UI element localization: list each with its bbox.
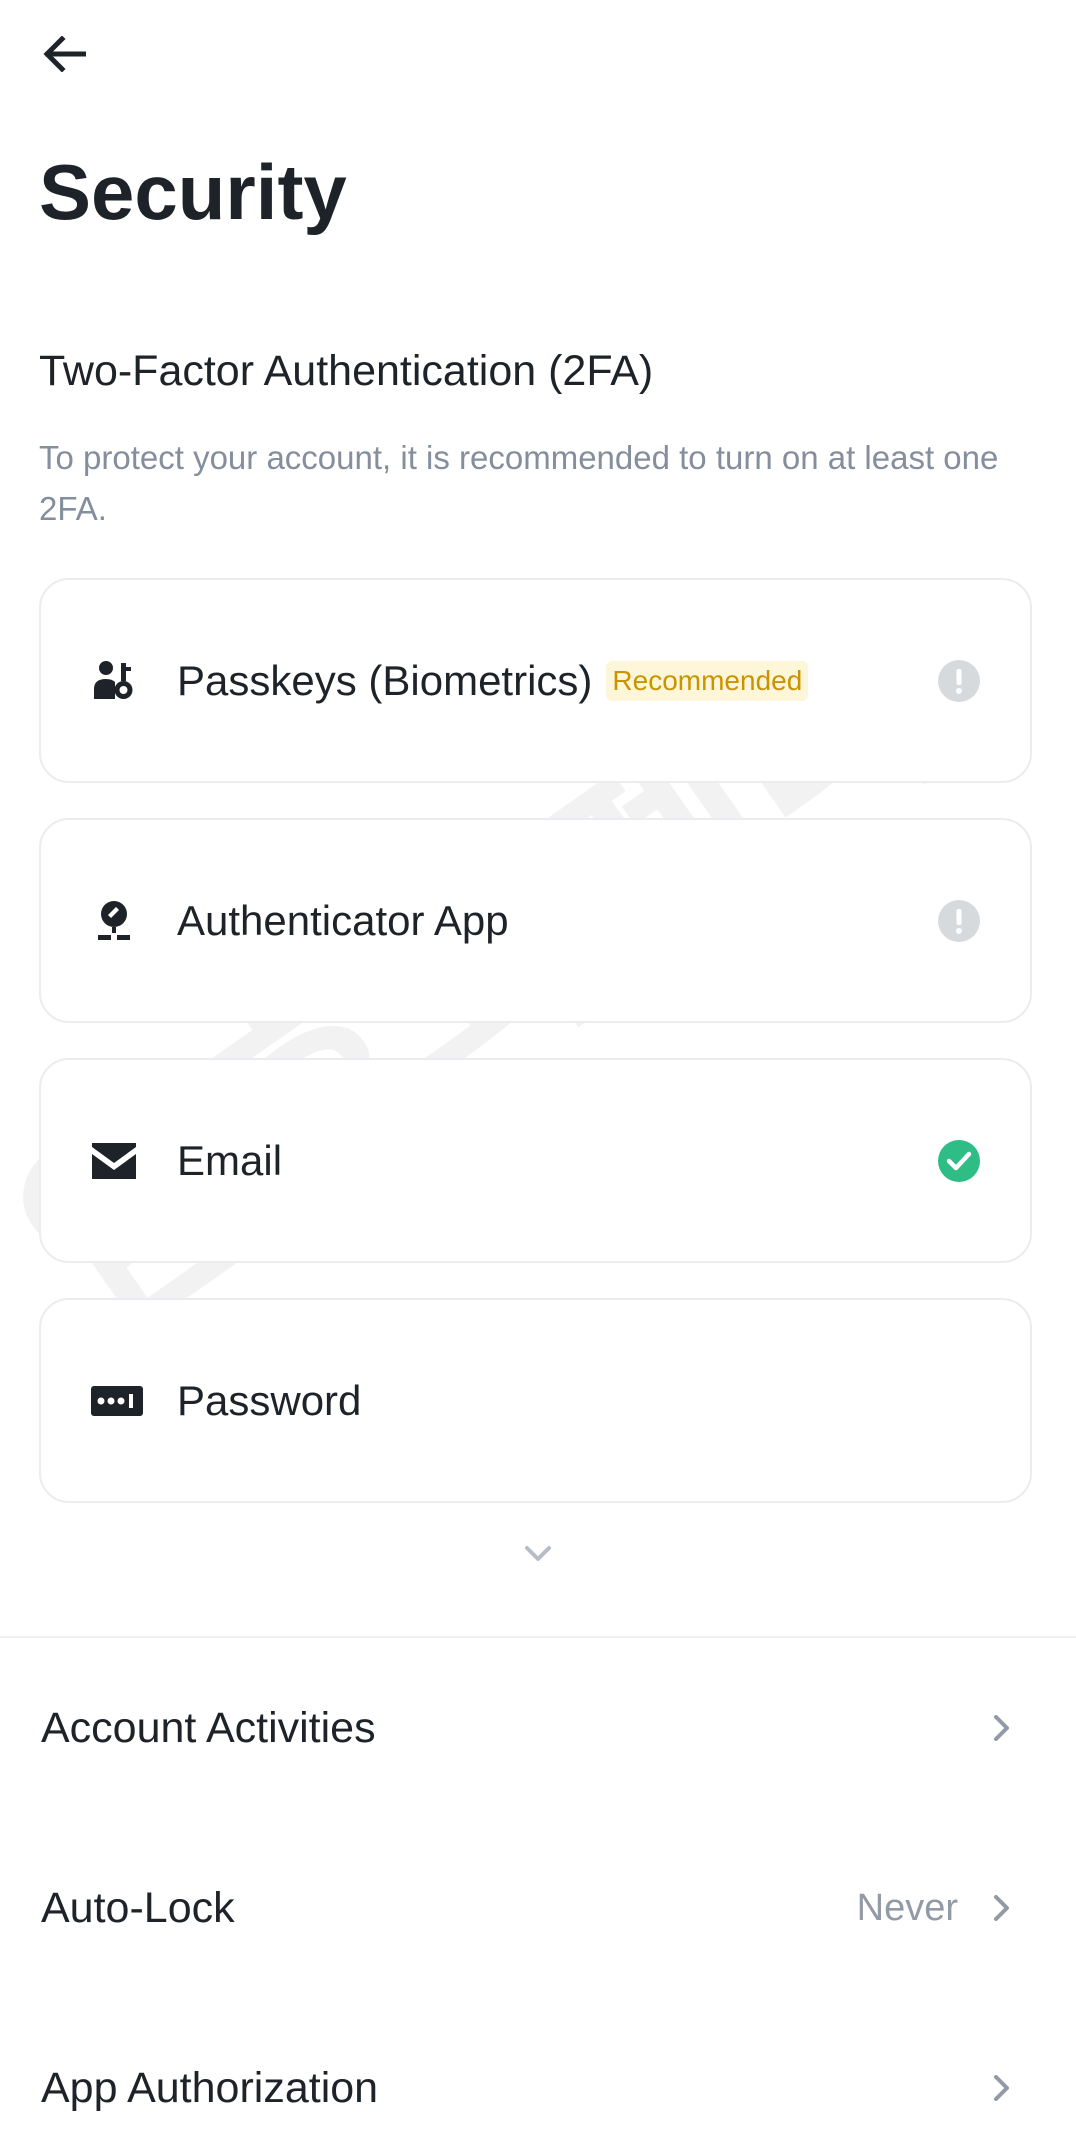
auto-lock-label: Auto-Lock bbox=[41, 1883, 235, 1932]
arrow-left-icon bbox=[43, 36, 86, 72]
email-card[interactable]: Email bbox=[39, 1058, 1032, 1263]
chevron-right-icon bbox=[990, 1711, 1014, 1745]
password-label: Password bbox=[177, 1376, 362, 1424]
app-authorization-row[interactable]: App Authorization bbox=[0, 2023, 1076, 2153]
chevron-down-icon bbox=[525, 1546, 551, 1561]
chevron-right-icon bbox=[990, 1891, 1014, 1925]
back-button[interactable] bbox=[30, 24, 102, 84]
exclamation-icon bbox=[938, 659, 980, 702]
password-card[interactable]: Password bbox=[39, 1298, 1032, 1503]
authenticator-icon bbox=[91, 898, 137, 944]
check-circle-icon bbox=[938, 1139, 980, 1182]
authenticator-app-card[interactable]: Authenticator App bbox=[39, 818, 1032, 1023]
section-description: To protect your account, it is recommend… bbox=[39, 439, 999, 527]
email-label: Email bbox=[177, 1136, 283, 1184]
exclamation-icon bbox=[938, 899, 980, 942]
auto-lock-value: Never bbox=[856, 1886, 958, 1929]
account-activities-label: Account Activities bbox=[41, 1703, 376, 1752]
app-authorization-label: App Authorization bbox=[41, 2063, 379, 2112]
account-activities-row[interactable]: Account Activities bbox=[0, 1663, 1076, 1793]
page-title: Security bbox=[39, 148, 347, 236]
chevron-right-icon bbox=[990, 2071, 1014, 2105]
authenticator-app-label: Authenticator App bbox=[177, 896, 509, 944]
section-divider bbox=[0, 1636, 1076, 1638]
auto-lock-row[interactable]: Auto-Lock Never bbox=[0, 1843, 1076, 1973]
passkeys-label-group: Passkeys (Biometrics) Recommended bbox=[177, 656, 809, 705]
passkeys-card[interactable]: Passkeys (Biometrics) Recommended bbox=[39, 578, 1032, 783]
recommended-badge: Recommended bbox=[606, 660, 809, 701]
passkey-icon bbox=[91, 658, 137, 704]
section-title-2fa: Two-Factor Authentication (2FA) bbox=[39, 347, 654, 395]
password-icon bbox=[91, 1378, 143, 1424]
passkeys-label: Passkeys (Biometrics) bbox=[177, 656, 593, 704]
envelope-icon bbox=[91, 1138, 137, 1184]
expand-2fa-button[interactable] bbox=[510, 1534, 566, 1574]
